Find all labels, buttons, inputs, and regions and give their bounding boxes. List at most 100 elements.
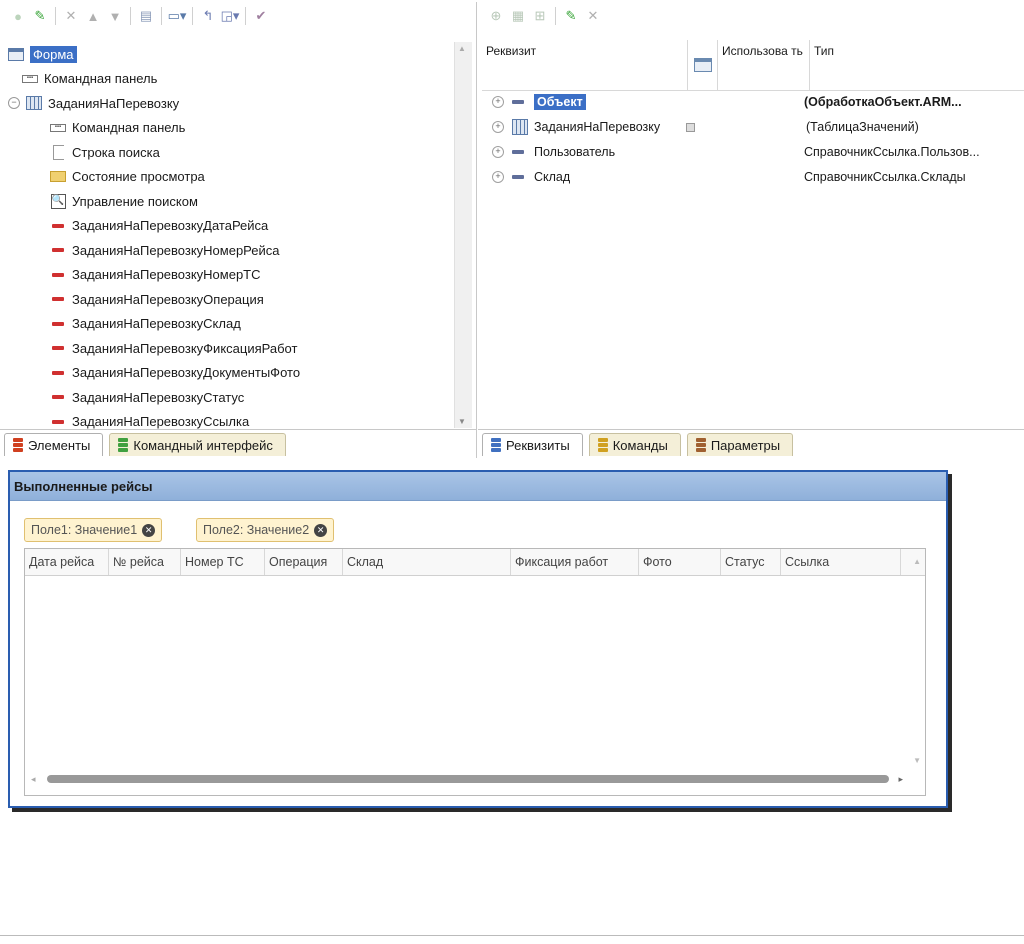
attr-column-icon[interactable]: ⊞ xyxy=(530,6,550,26)
filter-chip[interactable]: Поле2: Значение2 ✕ xyxy=(196,518,335,542)
toolbar-separator xyxy=(130,7,131,25)
elements-tree: Форма ▪▪▪ Командная панель − ЗаданияНаПерево… xyxy=(4,42,452,432)
attribute-name: Пользователь xyxy=(534,145,616,159)
delete-icon[interactable]: ✕ xyxy=(583,6,603,26)
tree-item-label: Командная панель xyxy=(72,120,186,136)
monitor-dropdown-icon[interactable]: ▭▾ xyxy=(167,6,187,26)
attribute-row[interactable]: + Объект (ОбработкаОбъект.ARM... xyxy=(482,90,1024,114)
tree-item-label: Строка поиска xyxy=(72,144,160,160)
close-icon[interactable]: ✕ xyxy=(142,523,156,537)
attribute-type: (ОбработкаОбъект.ARM... xyxy=(804,95,962,109)
expand-icon[interactable]: + xyxy=(492,121,504,133)
column-header[interactable]: Номер ТС xyxy=(181,549,265,575)
attribute-type: (ТаблицаЗначений) xyxy=(806,120,919,134)
arrow-icon[interactable]: ↰ xyxy=(198,6,218,26)
close-icon[interactable]: ✕ xyxy=(314,523,328,537)
tree-item[interactable]: ▪▪▪ Командная панель xyxy=(4,116,452,141)
check-icon[interactable]: ✔ xyxy=(251,6,271,26)
tree-item-label: ЗаданияНаПеревозкуНомерРейса xyxy=(72,242,280,258)
field-icon xyxy=(50,366,66,380)
attribute-row[interactable]: + Пользователь СправочникСсылка.Пользов... xyxy=(482,140,1024,164)
table-scroll-left-icon[interactable]: ◂ xyxy=(31,774,36,785)
header-use[interactable]: Использова ть xyxy=(718,40,810,90)
tree-item[interactable]: ЗаданияНаПеревозкуСтатус xyxy=(4,385,452,410)
tree-item-label: ЗаданияНаПеревозкуДатаРейса xyxy=(72,218,269,234)
tree-item[interactable]: ЗаданияНаПеревозкуСклад xyxy=(4,312,452,337)
filter-chip-label: Поле2: Значение2 xyxy=(203,523,310,537)
pencil-icon[interactable]: ✎ xyxy=(30,6,50,26)
header-type[interactable]: Тип xyxy=(810,40,1024,90)
add-icon[interactable]: ● xyxy=(8,6,28,26)
table-header: Дата рейса № рейса Номер ТС Операция Склад Фи… xyxy=(25,549,925,576)
column-header[interactable]: Фиксация работ xyxy=(511,549,639,575)
tree-item[interactable]: ▪▪▪ Командная панель xyxy=(4,67,452,92)
attr-add-icon[interactable]: ⊕ xyxy=(486,6,506,26)
tree-item-label: ЗаданияНаПеревозку xyxy=(48,95,180,111)
tree-item[interactable]: ЗаданияНаПеревозкуДокументыФото xyxy=(4,361,452,386)
column-header[interactable]: № рейса xyxy=(109,549,181,575)
expand-icon[interactable]: + xyxy=(492,96,504,108)
attributes-toolbar: ⊕ ▦ ⊞ ✎ ✕ xyxy=(478,2,1024,30)
use-checkbox[interactable] xyxy=(682,122,806,132)
tree-item[interactable]: ЗаданияНаПеревозкуФиксацияРабот xyxy=(4,336,452,361)
scroll-up-icon[interactable]: ▲ xyxy=(458,44,466,53)
elements-pane: ● ✎ ✕ ▲ ▼ ▤ ▭▾ ↰ ◲▾ ✔ Форма ▪▪▪ Командная панель − За… xyxy=(0,2,477,458)
column-header[interactable]: Фото xyxy=(639,549,721,575)
tree-item[interactable]: 🔍 Управление поиском xyxy=(4,189,452,214)
tab-1[interactable]: Команды xyxy=(588,433,681,456)
attributes-tabs: Реквизиты Команды Параметры xyxy=(478,429,1024,456)
filter-chip[interactable]: Поле1: Значение1 ✕ xyxy=(24,518,163,542)
table-hscroll[interactable] xyxy=(47,775,889,783)
table-scroll-down-icon[interactable]: ▼ xyxy=(913,756,921,765)
window-dropdown-icon[interactable]: ◲▾ xyxy=(220,6,240,26)
attribute-icon xyxy=(512,175,524,179)
tree-item[interactable]: Форма xyxy=(4,42,452,67)
table-scroll-right-icon[interactable]: ▸ xyxy=(898,774,903,785)
column-header[interactable]: Ссылка xyxy=(781,549,901,575)
expand-icon[interactable]: + xyxy=(492,171,504,183)
tree-item[interactable]: ЗаданияНаПеревозкуОперация xyxy=(4,287,452,312)
collapse-icon[interactable]: − xyxy=(8,97,20,110)
tree-item[interactable]: ЗаданияНаПеревозкуНомерРейса xyxy=(4,238,452,263)
tab-label: Элементы xyxy=(28,437,91,453)
tree-item[interactable]: ЗаданияНаПеревозкуНомерТС xyxy=(4,263,452,288)
header-attr[interactable]: Реквизит xyxy=(482,40,688,90)
move-down-icon[interactable]: ▼ xyxy=(105,6,125,26)
tab-1[interactable]: Командный интерфейс xyxy=(109,433,286,456)
column-header[interactable]: Склад xyxy=(343,549,511,575)
header-form-icon[interactable] xyxy=(688,40,718,90)
expand-icon[interactable]: + xyxy=(492,146,504,158)
form-icon[interactable]: ▤ xyxy=(136,6,156,26)
column-header[interactable]: Дата рейса xyxy=(25,549,109,575)
tree-item-label: ЗаданияНаПеревозкуДокументыФото xyxy=(72,365,301,381)
delete-icon[interactable]: ✕ xyxy=(61,6,81,26)
column-header[interactable]: Статус xyxy=(721,549,781,575)
attribute-type: СправочникСсылка.Склады xyxy=(804,170,966,184)
elements-tabs: Элементы Командный интерфейс xyxy=(0,429,476,456)
attribute-icon xyxy=(512,100,524,104)
tab-stack-icon xyxy=(118,438,129,452)
tree-item-label: ЗаданияНаПеревозкуФиксацияРабот xyxy=(72,340,298,356)
tab-0[interactable]: Реквизиты xyxy=(482,433,583,456)
tree-item[interactable]: − ЗаданияНаПеревозку xyxy=(4,91,452,116)
attr-table-icon[interactable]: ▦ xyxy=(508,6,528,26)
move-up-icon[interactable]: ▲ xyxy=(83,6,103,26)
tree-item[interactable]: Состояние просмотра xyxy=(4,165,452,190)
bottom-tab-strip xyxy=(0,935,1024,944)
column-header[interactable]: Операция xyxy=(265,549,343,575)
scroll-down-icon[interactable]: ▼ xyxy=(458,417,466,426)
tree-item-label: ЗаданияНаПеревозкуСклад xyxy=(72,316,241,332)
tree-item-label: Состояние просмотра xyxy=(72,169,205,185)
attribute-row[interactable]: + Склад СправочникСсылка.Склады xyxy=(482,165,1024,189)
tree-item[interactable]: ЗаданияНаПеревозкуДатаРейса xyxy=(4,214,452,239)
toolbar-separator xyxy=(55,7,56,25)
table-scroll-up-icon[interactable]: ▲ xyxy=(913,557,921,566)
tab-0[interactable]: Элементы xyxy=(4,433,104,456)
tree-item[interactable]: Строка поиска xyxy=(4,140,452,165)
pencil-icon[interactable]: ✎ xyxy=(561,6,581,26)
attributes-pane: ⊕ ▦ ⊞ ✎ ✕ Реквизит Использова ть Тип + Объект… xyxy=(478,2,1024,458)
attribute-row[interactable]: + ЗаданияНаПеревозку (ТаблицаЗначений) xyxy=(482,115,1024,139)
tab-2[interactable]: Параметры xyxy=(686,433,794,456)
command-panel-icon: ▪▪▪ xyxy=(22,72,38,86)
elements-vscroll[interactable]: ▲ ▼ xyxy=(454,42,472,428)
